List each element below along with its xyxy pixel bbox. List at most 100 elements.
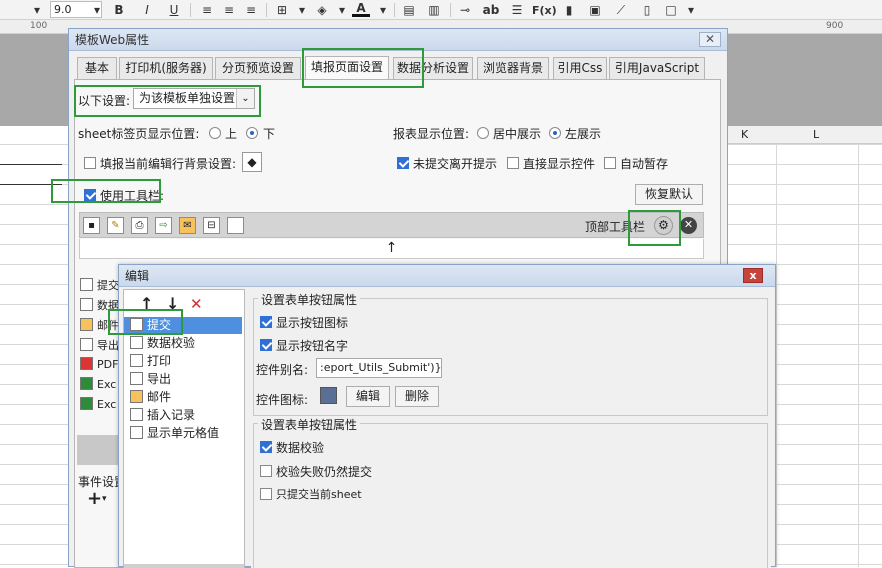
font-size-dropdown-icon[interactable]: ▾ — [88, 1, 106, 19]
tab-browser-bg[interactable]: 浏览器背景 — [477, 57, 549, 79]
radio-sheet-bottom[interactable] — [246, 127, 258, 139]
arrow-row: ↑ — [79, 239, 704, 259]
submit-on-fail-checkbox[interactable] — [260, 465, 272, 477]
font-color-button[interactable]: A — [352, 1, 370, 17]
list-scrollbar[interactable] — [124, 564, 244, 568]
submit-current-sheet-checkbox[interactable] — [260, 488, 272, 500]
tab-printer[interactable]: 打印机(服务器) — [119, 57, 213, 79]
validate-checkbox[interactable] — [260, 441, 272, 453]
radio-sheet-top-label: 上 — [225, 127, 238, 141]
printer-icon[interactable]: ⎙ — [131, 217, 148, 234]
list-item-show-cell[interactable]: 显示单元格值 — [130, 425, 240, 442]
align-left-icon[interactable]: ≡ — [198, 1, 216, 19]
list-item-insert-row[interactable]: 插入记录 — [130, 407, 240, 424]
show-icon-checkbox[interactable] — [260, 316, 272, 328]
list-item-print[interactable]: 打印 — [130, 353, 240, 370]
show-name-label: 显示按钮名字 — [276, 339, 349, 353]
cell-icon[interactable] — [227, 217, 244, 234]
link-icon[interactable]: ⊸ — [456, 1, 474, 19]
mail-icon — [130, 390, 143, 403]
chart-icon[interactable]: ▮ — [560, 1, 578, 19]
toolbar-divider — [190, 3, 191, 17]
ruler-mark: 900 — [826, 21, 844, 31]
tab-css[interactable]: 引用Css — [553, 57, 607, 79]
sheet-tab-position-label: sheet标签页显示位置: — [78, 127, 200, 141]
add-event-button[interactable]: + — [87, 488, 102, 509]
tab-javascript[interactable]: 引用JavaScript — [609, 57, 705, 79]
pencil-icon[interactable]: ✎ — [107, 217, 124, 234]
floppy-icon[interactable]: ▪ — [83, 217, 100, 234]
group-title: 设置表单按钮属性 — [258, 291, 361, 308]
alias-label: 控件别名: — [256, 363, 309, 377]
side-item[interactable]: 提交 — [80, 277, 119, 293]
leave-prompt-checkbox[interactable] — [397, 157, 409, 169]
paint-bucket-icon[interactable]: ◆ — [242, 152, 262, 172]
floppy-icon — [80, 278, 93, 291]
italic-button[interactable]: I — [138, 1, 156, 19]
column-l[interactable]: L — [813, 128, 819, 141]
radio-report-left-label: 左展示 — [565, 127, 602, 141]
cell-border — [0, 164, 62, 165]
fill-edit-bg-checkbox[interactable] — [84, 157, 96, 169]
close-icon[interactable]: ✕ — [699, 32, 721, 47]
delete-item-button[interactable]: ✕ — [190, 295, 203, 313]
formula-button[interactable]: F(x) — [532, 1, 557, 19]
edit-icon-button[interactable]: 编辑 — [346, 386, 390, 407]
clipboard-icon[interactable]: ▯ — [638, 1, 656, 19]
frame-icon[interactable]: □ — [662, 1, 680, 19]
tab-page-preview[interactable]: 分页预览设置 — [215, 57, 301, 79]
toolbar-divider — [266, 3, 267, 17]
slash-icon[interactable]: ⟋ — [612, 1, 630, 19]
radio-report-center[interactable] — [477, 127, 489, 139]
mail-icon — [80, 318, 93, 331]
chevron-down-icon[interactable]: ▾ — [293, 1, 311, 19]
bold-button[interactable]: B — [110, 1, 128, 19]
side-item[interactable]: Exc — [80, 397, 116, 411]
border-icon[interactable]: ⊞ — [273, 1, 291, 19]
chevron-down-icon[interactable]: ▾ — [28, 1, 46, 19]
radio-report-left[interactable] — [549, 127, 561, 139]
restore-default-button[interactable]: 恢复默认 — [635, 184, 703, 205]
split-cells-icon[interactable]: ▥ — [425, 1, 443, 19]
paragraph-icon[interactable]: ☰ — [508, 1, 526, 19]
auto-save-checkbox[interactable] — [604, 157, 616, 169]
up-arrow-icon[interactable]: ↑ — [386, 240, 398, 256]
pdf-icon — [80, 357, 93, 370]
ruler-mark: 100 — [30, 21, 48, 31]
side-item[interactable]: 导出 — [80, 337, 119, 353]
excel-icon — [80, 397, 93, 410]
remove-icon[interactable]: ✕ — [680, 217, 697, 234]
list-item-mail[interactable]: 邮件 — [130, 389, 240, 406]
list-item-export[interactable]: 导出 — [130, 371, 240, 388]
chevron-down-icon[interactable]: ▾ — [333, 1, 351, 19]
alias-input[interactable]: :eport_Utils_Submit')} — [316, 358, 442, 378]
column-k[interactable]: K — [741, 128, 748, 141]
list-item-validate[interactable]: 数据校验 — [130, 335, 240, 352]
align-center-icon[interactable]: ≡ — [220, 1, 238, 19]
merge-cells-icon[interactable]: ▤ — [400, 1, 418, 19]
pencil-icon — [130, 336, 143, 349]
chevron-down-icon[interactable]: ▾ — [102, 494, 107, 504]
image-icon[interactable]: ▣ — [586, 1, 604, 19]
show-name-checkbox[interactable] — [260, 339, 272, 351]
fill-color-icon[interactable]: ◈ — [313, 1, 331, 19]
tab-basic[interactable]: 基本 — [77, 57, 117, 79]
delete-icon-button[interactable]: 删除 — [395, 386, 439, 407]
direct-show-checkbox[interactable] — [507, 157, 519, 169]
export-icon[interactable]: ⇨ — [155, 217, 172, 234]
radio-report-center-label: 居中展示 — [493, 127, 542, 141]
text-button[interactable]: ab — [482, 1, 500, 19]
align-right-icon[interactable]: ≡ — [242, 1, 260, 19]
side-item[interactable]: Exc — [80, 377, 116, 391]
chevron-down-icon[interactable]: ▾ — [374, 1, 392, 19]
radio-sheet-top[interactable] — [209, 127, 221, 139]
floppy-icon[interactable] — [320, 387, 337, 404]
submit-properties-group: 设置表单按钮属性 数据校验 校验失败仍然提交 只提交当前sheet — [253, 416, 768, 568]
chevron-down-icon[interactable]: ▾ — [682, 1, 700, 19]
insert-row-icon — [130, 408, 143, 421]
side-item[interactable]: PDF — [80, 357, 118, 371]
mail-icon[interactable]: ✉ — [179, 217, 196, 234]
underline-button[interactable]: U — [165, 1, 183, 19]
close-icon[interactable]: x — [743, 268, 763, 283]
insert-row-icon[interactable]: ⊟ — [203, 217, 220, 234]
